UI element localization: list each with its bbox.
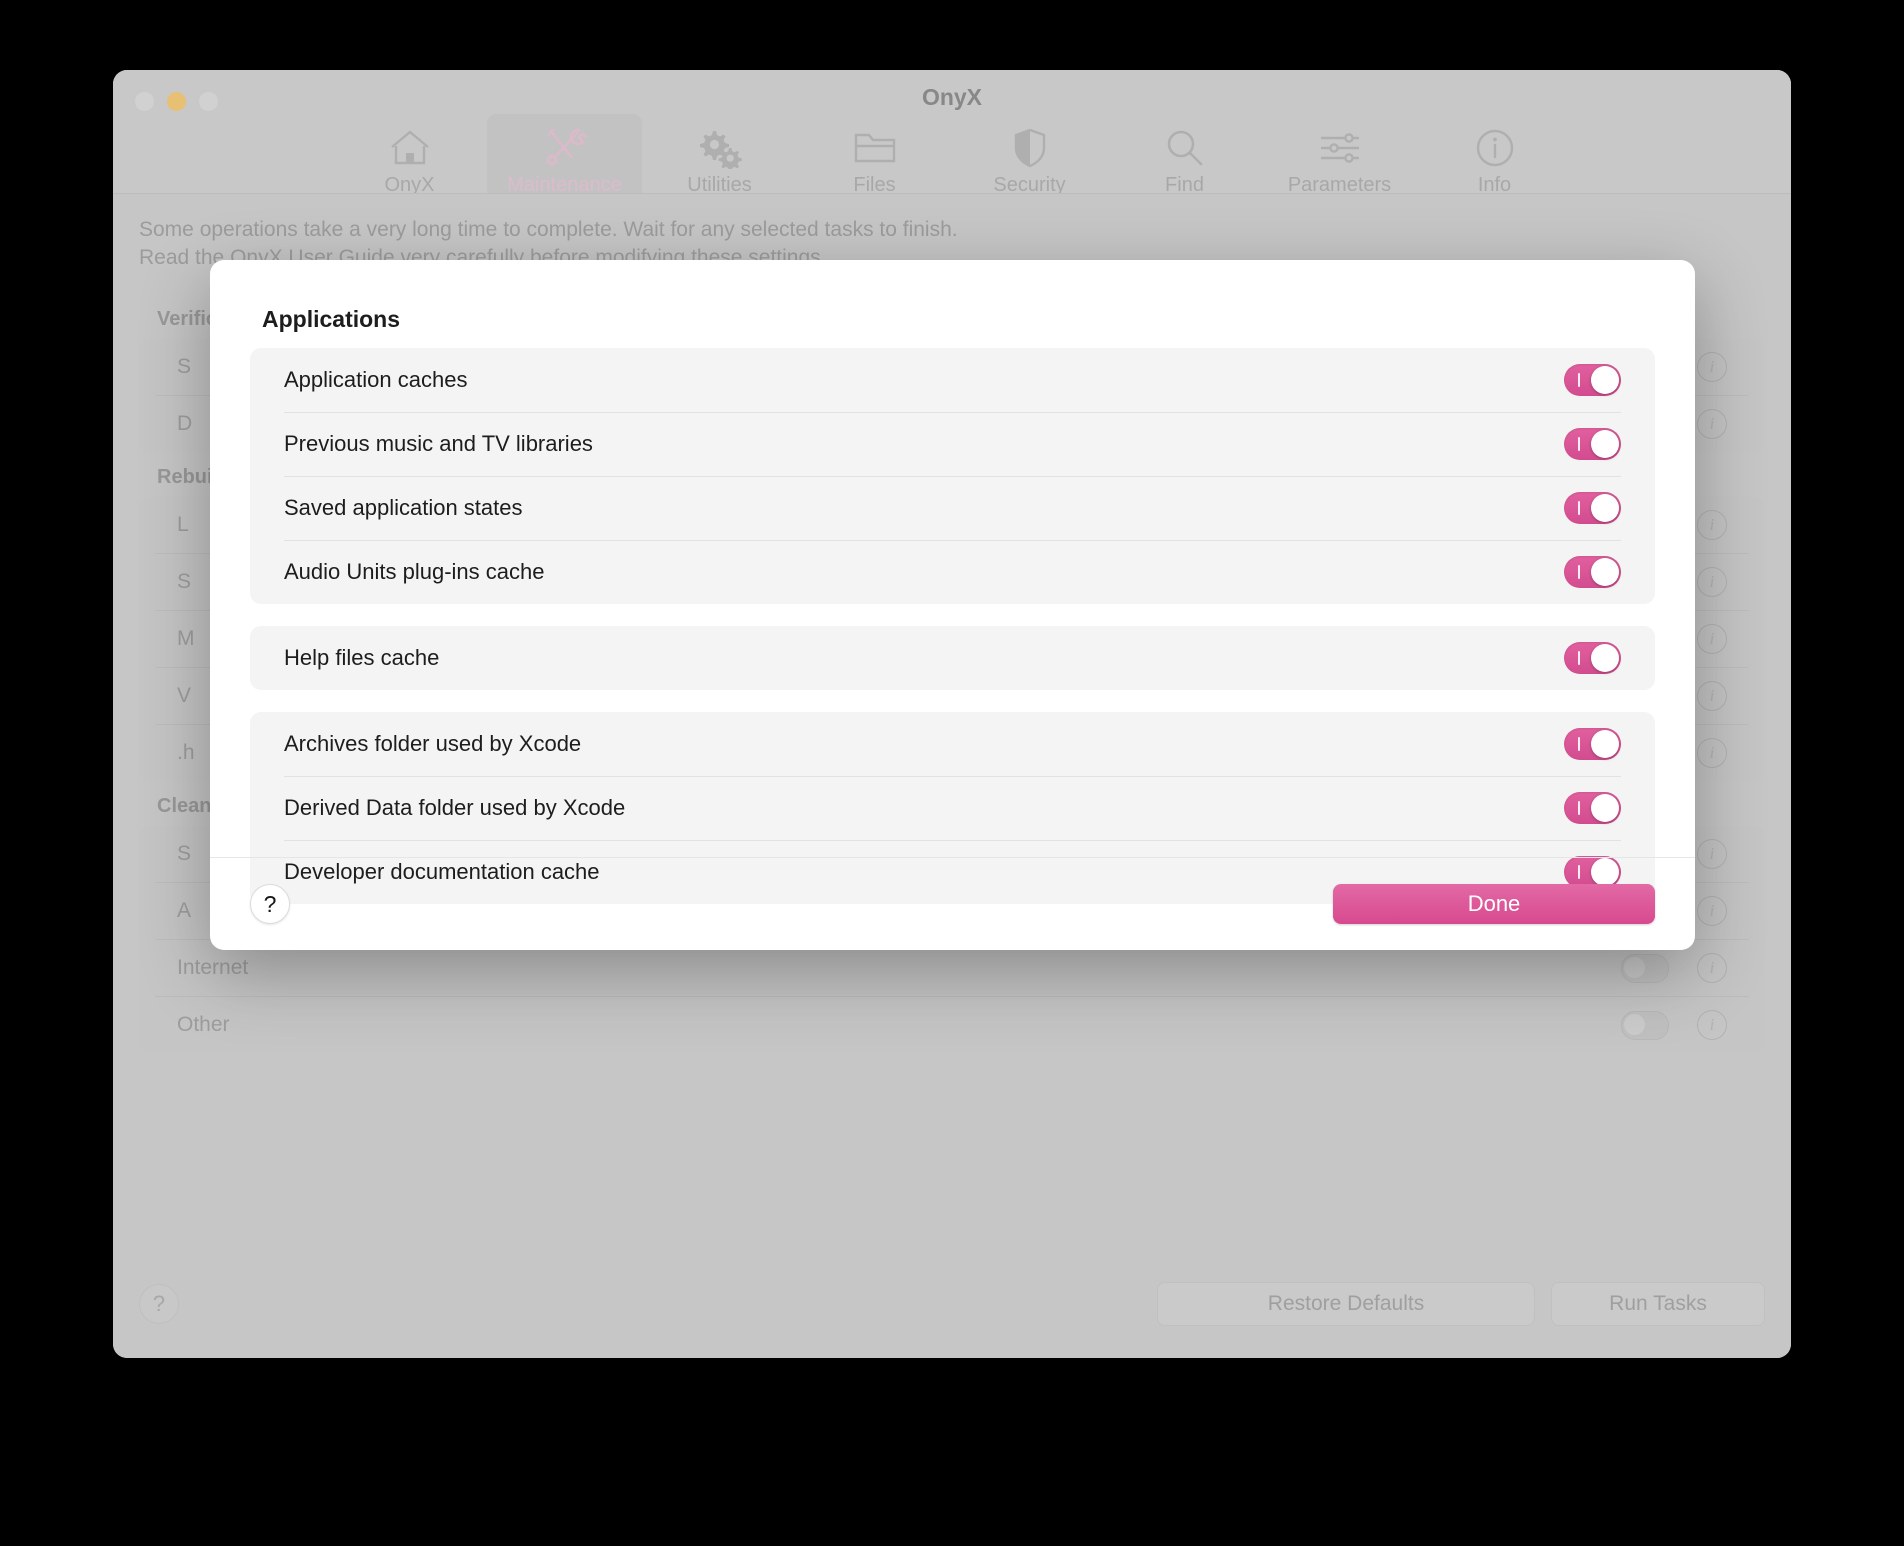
toggle-knob	[1591, 644, 1619, 672]
row-label: Other	[177, 1013, 230, 1036]
home-icon	[332, 124, 487, 172]
magnifier-icon	[1107, 124, 1262, 172]
app-caches-section: Application caches Previous music and TV…	[250, 348, 1655, 604]
screenshot-root: OnyX OnyX Maintenance Utilities Files Se…	[0, 0, 1904, 1546]
toolbar-item-onyx[interactable]: OnyX	[332, 114, 487, 203]
intro-line-1: Some operations take a very long time to…	[139, 218, 958, 241]
toggle-saved-application-states[interactable]	[1564, 492, 1621, 524]
info-icon[interactable]: i	[1697, 953, 1727, 983]
shield-icon	[952, 124, 1107, 172]
list-item-label: Derived Data folder used by Xcode	[284, 795, 626, 820]
done-button[interactable]: Done	[1333, 884, 1655, 924]
toggle-knob	[1591, 730, 1619, 758]
toggle-knob	[1591, 366, 1619, 394]
toggle-knob	[1591, 558, 1619, 586]
list-item[interactable]: Saved application states	[250, 476, 1655, 540]
tools-icon	[487, 124, 642, 172]
dialog-footer: ? Done	[210, 858, 1695, 950]
list-item[interactable]: Help files cache	[250, 626, 1655, 690]
info-icon[interactable]: i	[1697, 510, 1727, 540]
toggle-on-mark-icon	[1578, 373, 1580, 387]
list-item-label: Saved application states	[284, 495, 523, 520]
window-title: OnyX	[921, 84, 983, 110]
toggle-on-mark-icon	[1578, 651, 1580, 665]
toggle-audio-units-plugins-cache[interactable]	[1564, 556, 1621, 588]
window-footer: ? Restore Defaults Run Tasks	[139, 1272, 1765, 1336]
list-item-label: Audio Units plug-ins cache	[284, 559, 545, 584]
list-item-label: Previous music and TV libraries	[284, 431, 593, 456]
list-item[interactable]: Audio Units plug-ins cache	[250, 540, 1655, 604]
info-icon[interactable]: i	[1697, 738, 1727, 768]
toolbar-item-utilities[interactable]: Utilities	[642, 114, 797, 203]
toolbar-item-security[interactable]: Security	[952, 114, 1107, 203]
toggle-archives-folder-xcode[interactable]	[1564, 728, 1621, 760]
info-icon[interactable]: i	[1697, 1010, 1727, 1040]
toggle-application-caches[interactable]	[1564, 364, 1621, 396]
toggle-on-mark-icon	[1578, 801, 1580, 815]
list-item-label: Application caches	[284, 367, 468, 392]
help-section: Help files cache	[250, 626, 1655, 690]
toolbar-item-maintenance[interactable]: Maintenance	[487, 114, 642, 203]
row-label: Internet	[177, 956, 249, 979]
sliders-icon	[1262, 124, 1417, 172]
list-item-label: Archives folder used by Xcode	[284, 731, 582, 756]
list-item[interactable]: Archives folder used by Xcode	[250, 712, 1655, 776]
toolbar-item-find[interactable]: Find	[1107, 114, 1262, 203]
toggle-knob	[1591, 494, 1619, 522]
table-row-other[interactable]: Other i	[155, 997, 1749, 1053]
dialog-title: Applications	[262, 306, 401, 332]
window-titlebar: OnyX OnyX Maintenance Utilities Files Se…	[113, 70, 1791, 203]
gears-icon	[642, 124, 797, 172]
info-circle-icon	[1417, 124, 1572, 172]
toggle-help-files-cache[interactable]	[1564, 642, 1621, 674]
info-icon[interactable]: i	[1697, 896, 1727, 926]
toggle-previous-music-tv-libraries[interactable]	[1564, 428, 1621, 460]
list-item[interactable]: Derived Data folder used by Xcode	[250, 776, 1655, 840]
dialog-help-button[interactable]: ?	[250, 884, 290, 924]
toggle-on-mark-icon	[1578, 737, 1580, 751]
restore-defaults-button[interactable]: Restore Defaults	[1157, 1282, 1535, 1326]
toggle-derived-data-folder-xcode[interactable]	[1564, 792, 1621, 824]
toolbar-item-parameters[interactable]: Parameters	[1262, 114, 1417, 203]
folder-icon	[797, 124, 952, 172]
toggle-on-mark-icon	[1578, 565, 1580, 579]
info-icon[interactable]: i	[1697, 352, 1727, 382]
toolbar-item-info[interactable]: Info	[1417, 114, 1572, 203]
row-toggle[interactable]	[1621, 1010, 1669, 1040]
toggle-knob	[1591, 794, 1619, 822]
info-icon[interactable]: i	[1697, 681, 1727, 711]
run-tasks-button[interactable]: Run Tasks	[1551, 1282, 1765, 1326]
toggle-on-mark-icon	[1578, 501, 1580, 515]
applications-dialog: Applications Application caches Previous…	[210, 260, 1695, 950]
toggle-on-mark-icon	[1578, 437, 1580, 451]
dialog-body: Application caches Previous music and TV…	[250, 348, 1655, 926]
info-icon[interactable]: i	[1697, 567, 1727, 597]
info-icon[interactable]: i	[1697, 839, 1727, 869]
list-item-label: Help files cache	[284, 645, 440, 670]
list-item[interactable]: Application caches	[250, 348, 1655, 412]
toggle-knob	[1591, 430, 1619, 458]
toolbar-item-files[interactable]: Files	[797, 114, 952, 203]
info-icon[interactable]: i	[1697, 409, 1727, 439]
main-toolbar: OnyX Maintenance Utilities Files Securit…	[113, 114, 1791, 203]
list-item[interactable]: Previous music and TV libraries	[250, 412, 1655, 476]
info-icon[interactable]: i	[1697, 624, 1727, 654]
row-toggle[interactable]	[1621, 953, 1669, 983]
window-help-button[interactable]: ?	[139, 1284, 179, 1324]
